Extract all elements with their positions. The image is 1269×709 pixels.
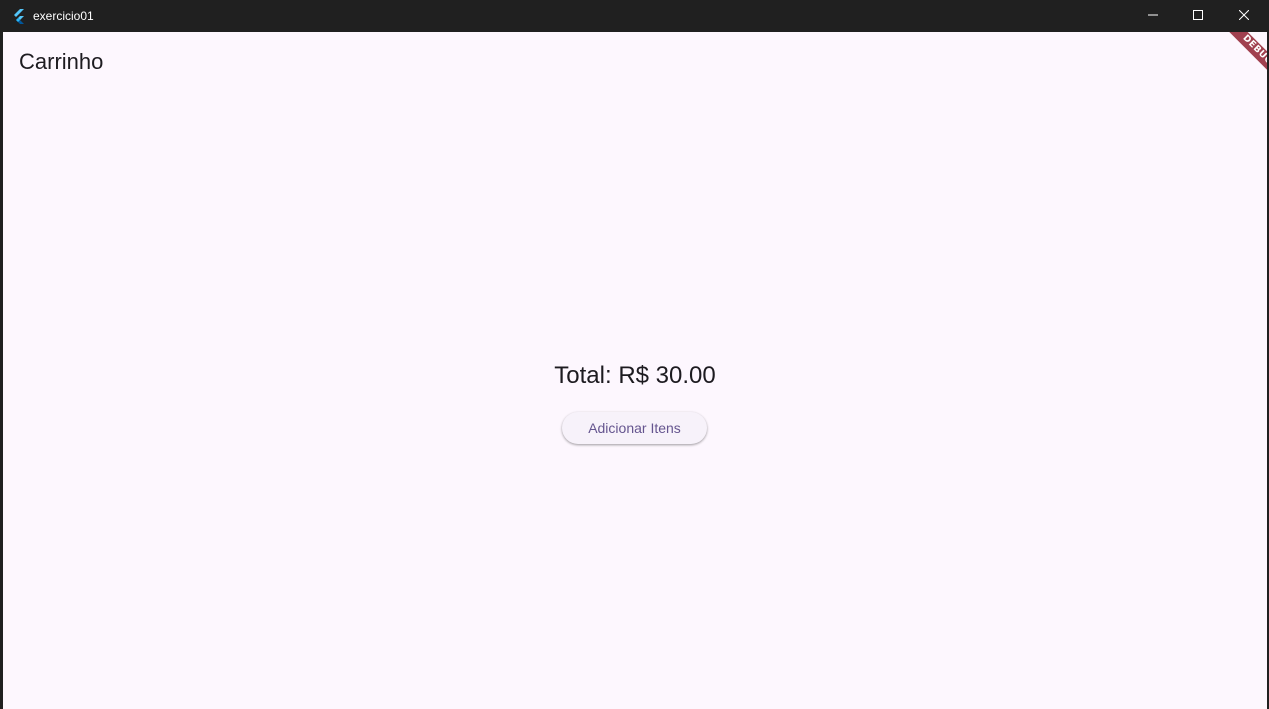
minimize-button[interactable] xyxy=(1130,0,1176,32)
close-button[interactable] xyxy=(1221,0,1267,32)
maximize-icon xyxy=(1193,7,1203,25)
title-bar[interactable]: exercicio01 xyxy=(0,0,1269,32)
app-content: Carrinho Total: R$ 30.00 Adicionar Itens… xyxy=(3,32,1267,709)
maximize-button[interactable] xyxy=(1175,0,1221,32)
app-window: exercicio01 Carrinho Total: R$ 30.00 Adi… xyxy=(0,0,1269,709)
debug-banner-label: DEBUG xyxy=(1224,32,1267,84)
add-items-button[interactable]: Adicionar Itens xyxy=(562,412,707,444)
cart-total: Total: R$ 30.00 xyxy=(554,362,716,389)
window-title: exercicio01 xyxy=(33,9,94,23)
debug-banner: DEBUG xyxy=(1209,32,1267,90)
minimize-icon xyxy=(1148,7,1158,25)
page-title: Carrinho xyxy=(19,49,104,74)
close-icon xyxy=(1238,7,1250,25)
flutter-logo-icon xyxy=(11,8,27,24)
